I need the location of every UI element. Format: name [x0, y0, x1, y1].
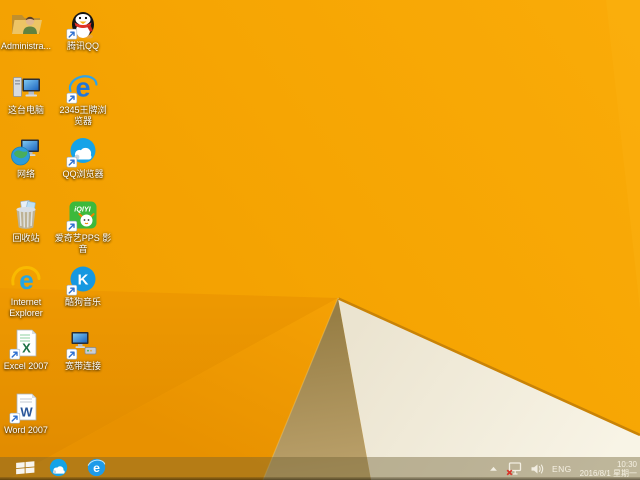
language-indicator[interactable]: ENG: [552, 464, 572, 474]
desktop-icon-label: Excel 2007: [3, 361, 49, 371]
desktop-icon-label: 这台电脑: [7, 105, 44, 115]
network-disconnected-icon[interactable]: [506, 461, 522, 476]
desktop-icon-label: Administra...: [0, 41, 51, 51]
desktop-icon-label: 腾讯QQ: [66, 41, 99, 51]
this-pc-icon: [9, 70, 43, 104]
internet-explorer-icon: e: [86, 457, 107, 480]
network-icon: [9, 134, 43, 168]
admin-folder-icon: [9, 6, 43, 40]
iqiyi-pps-icon: iQIYI: [66, 198, 100, 232]
desktop-icon-label: 宽带连接: [64, 361, 101, 371]
taskbar-qq-browser-button[interactable]: [46, 457, 70, 480]
desktop-icon-broadband[interactable]: 宽带连接: [52, 326, 114, 372]
desktop-icon-label: 爱奇艺PPS 影 音: [54, 233, 112, 254]
windows-logo-icon: [15, 460, 36, 478]
svg-text:e: e: [19, 265, 33, 295]
tray-time: 10:30: [616, 459, 637, 469]
taskbar: e ENG 10:30 2016/8/1 星期一: [0, 457, 640, 480]
desktop-icon-recycle-bin[interactable]: 回收站: [0, 198, 57, 244]
tray-date: 2016/8/1 星期一: [579, 468, 637, 478]
desktop-icon-network[interactable]: 网络: [0, 134, 57, 180]
tray-clock[interactable]: 10:30 2016/8/1 星期一: [580, 460, 637, 478]
desktop-icon-label: 回收站: [12, 233, 40, 243]
show-hidden-icons-button[interactable]: [489, 465, 498, 473]
broadband-icon: [66, 326, 100, 360]
desktop-icon-label: Internet Explorer: [9, 297, 43, 318]
desktop-icon-kugou-music[interactable]: K 酷狗音乐: [52, 262, 114, 308]
internet-explorer-icon: e: [9, 262, 43, 296]
desktop-icon-admin-folder[interactable]: Administra...: [0, 6, 57, 52]
recycle-bin-icon: [9, 198, 43, 232]
browser-2345-icon: e: [66, 70, 100, 104]
desktop-icon-label: QQ浏览器: [62, 169, 104, 179]
svg-text:W: W: [20, 405, 33, 420]
svg-text:K: K: [78, 272, 89, 289]
start-button[interactable]: [12, 457, 38, 480]
desktop-icon-browser-2345[interactable]: e 2345王牌浏 览器: [52, 70, 114, 127]
desktop-icon-iqiyi-pps[interactable]: iQIYI 爱奇艺PPS 影 音: [52, 198, 114, 255]
qq-icon: [66, 6, 100, 40]
svg-text:iQIYI: iQIYI: [74, 205, 91, 214]
desktop-icon-this-pc[interactable]: 这台电脑: [0, 70, 57, 116]
desktop-icon-label: 2345王牌浏 览器: [59, 105, 107, 126]
kugou-music-icon: K: [66, 262, 100, 296]
word-2007-icon: W: [9, 390, 43, 424]
desktop-icon-internet-explorer[interactable]: e Internet Explorer: [0, 262, 57, 319]
desktop-icon-label: 酷狗音乐: [64, 297, 101, 307]
qq-browser-icon: [48, 457, 69, 480]
taskbar-ie-button[interactable]: e: [84, 457, 108, 480]
svg-text:e: e: [93, 460, 100, 474]
desktop-icon-qq[interactable]: 腾讯QQ: [52, 6, 114, 52]
desktop-icon-excel-2007[interactable]: X Excel 2007: [0, 326, 57, 372]
desktop: Administra... 腾讯QQ 这台电脑 e 2345王牌浏 览器 网络 QQ浏览器回…: [0, 0, 640, 480]
system-tray: ENG 10:30 2016/8/1 星期一: [489, 460, 640, 478]
svg-text:X: X: [22, 341, 31, 356]
desktop-icon-qq-browser[interactable]: QQ浏览器: [52, 134, 114, 180]
volume-icon[interactable]: [530, 463, 544, 475]
desktop-icon-label: 网络: [16, 169, 35, 179]
qq-browser-icon: [66, 134, 100, 168]
desktop-icon-word-2007[interactable]: W Word 2007: [0, 390, 57, 436]
desktop-icon-label: Word 2007: [4, 425, 48, 435]
excel-2007-icon: X: [9, 326, 43, 360]
